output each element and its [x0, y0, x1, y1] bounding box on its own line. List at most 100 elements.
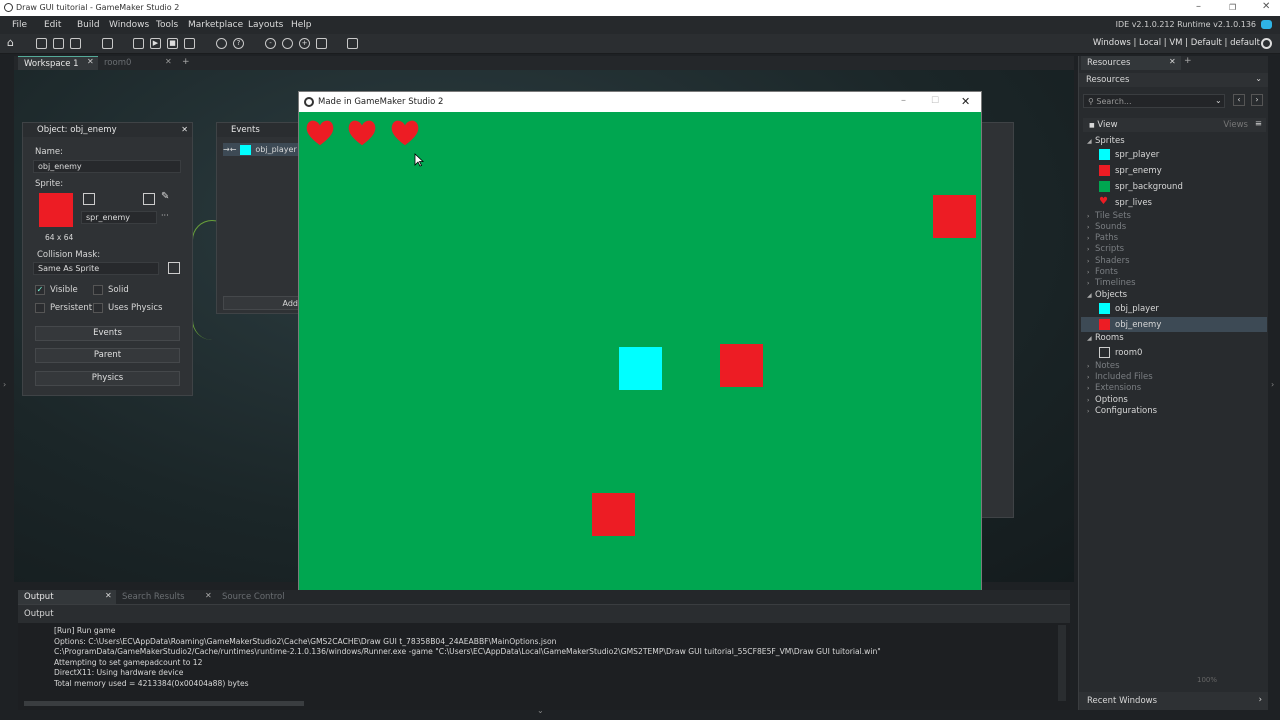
- tree-item-selected[interactable]: obj_enemy: [1099, 319, 1161, 330]
- maximize-button[interactable]: ❐: [1229, 3, 1236, 12]
- menu-tools[interactable]: Tools: [156, 20, 178, 30]
- tree-extensions[interactable]: › Extensions: [1087, 383, 1141, 393]
- close-tab-icon[interactable]: ✕: [105, 591, 112, 600]
- tree-timelines[interactable]: › Timelines: [1087, 278, 1136, 288]
- stop-icon[interactable]: ■: [167, 38, 178, 49]
- tree-scripts[interactable]: › Scripts: [1087, 244, 1124, 254]
- settings-icon[interactable]: [216, 38, 227, 49]
- views-label[interactable]: Views: [1223, 120, 1248, 130]
- tab-search-results[interactable]: Search Results: [116, 590, 216, 604]
- tree-item[interactable]: obj_player: [1099, 303, 1159, 314]
- menu-file[interactable]: File: [12, 20, 27, 30]
- debug-icon[interactable]: [133, 38, 144, 49]
- tree-configurations[interactable]: › Configurations: [1087, 406, 1157, 416]
- close-tab-icon[interactable]: ✕: [1169, 57, 1176, 66]
- create-executable-icon[interactable]: [102, 38, 113, 49]
- sprite-field[interactable]: spr_enemy: [81, 211, 157, 224]
- tree-item[interactable]: ♥ spr_lives: [1099, 197, 1152, 209]
- tree-notes[interactable]: › Notes: [1087, 361, 1120, 371]
- tree-sprites[interactable]: ◢ Sprites: [1087, 136, 1125, 146]
- tree-item[interactable]: spr_background: [1099, 181, 1183, 192]
- close-button[interactable]: ✕: [1262, 1, 1270, 12]
- menu-edit[interactable]: Edit: [44, 20, 61, 30]
- tree-item[interactable]: spr_enemy: [1099, 165, 1162, 176]
- game-window[interactable]: Made in GameMaker Studio 2 – ☐ ✕: [298, 91, 982, 624]
- bottom-collapse-icon[interactable]: ⌄: [537, 706, 544, 715]
- close-tab-icon[interactable]: ✕: [205, 591, 212, 600]
- close-tab-icon[interactable]: ✕: [165, 57, 172, 66]
- visible-checkbox[interactable]: ✓: [35, 285, 45, 295]
- tree-shaders[interactable]: › Shaders: [1087, 256, 1130, 266]
- events-button[interactable]: Events: [35, 326, 180, 341]
- edit-sprite-icon[interactable]: [143, 193, 155, 205]
- close-tab-icon[interactable]: ✕: [87, 57, 94, 66]
- back-icon[interactable]: ‹: [1233, 94, 1245, 106]
- tree-item[interactable]: spr_player: [1099, 149, 1159, 160]
- game-maximize-button[interactable]: ☐: [931, 96, 939, 106]
- sprite-preview[interactable]: [39, 193, 73, 227]
- new-sprite-icon[interactable]: [83, 193, 95, 205]
- menu-marketplace[interactable]: Marketplace: [188, 20, 243, 30]
- forward-icon[interactable]: ›: [1251, 94, 1263, 106]
- menu-help[interactable]: Help: [291, 20, 312, 30]
- game-minimize-button[interactable]: –: [901, 95, 906, 106]
- open-project-icon[interactable]: [53, 38, 64, 49]
- uses-physics-checkbox[interactable]: [93, 303, 103, 313]
- clean-icon[interactable]: [184, 38, 195, 49]
- vertical-scrollbar[interactable]: [1058, 625, 1066, 701]
- pencil-icon[interactable]: ✎: [161, 191, 169, 202]
- zoom-reset-icon[interactable]: [282, 38, 293, 49]
- home-icon[interactable]: ⌂: [5, 37, 16, 49]
- target-config[interactable]: Windows | Local | VM | Default | default: [1093, 38, 1260, 48]
- menu-windows[interactable]: Windows: [109, 20, 149, 30]
- tree-sounds[interactable]: › Sounds: [1087, 222, 1126, 232]
- name-field[interactable]: obj_enemy: [33, 160, 181, 173]
- edit-mask-icon[interactable]: [168, 262, 180, 274]
- tree-objects[interactable]: ◢ Objects: [1087, 290, 1127, 300]
- tree-options[interactable]: › Options: [1087, 395, 1128, 405]
- game-close-button[interactable]: ✕: [961, 95, 970, 108]
- add-tab-icon[interactable]: +: [182, 57, 190, 67]
- left-collapse-icon[interactable]: ›: [3, 380, 6, 389]
- menu-build[interactable]: Build: [77, 20, 100, 30]
- save-icon[interactable]: [70, 38, 81, 49]
- help-icon[interactable]: ?: [233, 38, 244, 49]
- zoom-in-icon[interactable]: +: [299, 38, 310, 49]
- add-tab-icon[interactable]: +: [1184, 56, 1192, 66]
- layout-icon[interactable]: [347, 38, 358, 49]
- tree-item[interactable]: room0: [1099, 347, 1142, 358]
- fit-icon[interactable]: [316, 38, 327, 49]
- right-collapse-icon[interactable]: ›: [1271, 380, 1274, 389]
- run-icon[interactable]: ▶: [150, 38, 161, 49]
- tab-workspace-1[interactable]: Workspace 1: [18, 56, 98, 70]
- search-input[interactable]: ⚲ Search...: [1083, 94, 1225, 108]
- solid-checkbox[interactable]: [93, 285, 103, 295]
- recent-windows-bar[interactable]: Recent Windows ›: [1079, 692, 1268, 710]
- gear-icon[interactable]: [1261, 38, 1272, 49]
- tree-rooms[interactable]: ◢ Rooms: [1087, 333, 1124, 343]
- physics-button[interactable]: Physics: [35, 371, 180, 386]
- horizontal-scrollbar[interactable]: [24, 701, 304, 706]
- tab-source-control[interactable]: Source Control: [216, 590, 316, 604]
- tab-resources[interactable]: Resources: [1081, 56, 1181, 70]
- new-project-icon[interactable]: [36, 38, 47, 49]
- chevron-down-icon[interactable]: ⌄: [1255, 74, 1262, 83]
- add-event-button[interactable]: Add: [223, 296, 301, 310]
- collision-mask-field[interactable]: Same As Sprite: [33, 262, 159, 275]
- parent-button[interactable]: Parent: [35, 348, 180, 363]
- output-log[interactable]: [Run] Run game Options: C:\Users\EC\AppDa…: [54, 626, 881, 690]
- tab-output[interactable]: Output: [18, 590, 116, 604]
- tree-included-files[interactable]: › Included Files: [1087, 372, 1153, 382]
- chevron-down-icon[interactable]: ⌄: [1215, 96, 1222, 105]
- tree-fonts[interactable]: › Fonts: [1087, 267, 1118, 277]
- more-icon[interactable]: ···: [161, 211, 169, 220]
- event-item[interactable]: →← obj_player: [223, 143, 301, 156]
- close-icon[interactable]: ✕: [181, 125, 188, 134]
- menu-icon[interactable]: ≡: [1255, 119, 1262, 129]
- menu-layouts[interactable]: Layouts: [248, 20, 283, 30]
- zoom-out-icon[interactable]: -: [265, 38, 276, 49]
- tree-paths[interactable]: › Paths: [1087, 233, 1118, 243]
- tree-tile-sets[interactable]: › Tile Sets: [1087, 211, 1131, 221]
- persistent-checkbox[interactable]: [35, 303, 45, 313]
- chat-icon[interactable]: [1261, 20, 1272, 29]
